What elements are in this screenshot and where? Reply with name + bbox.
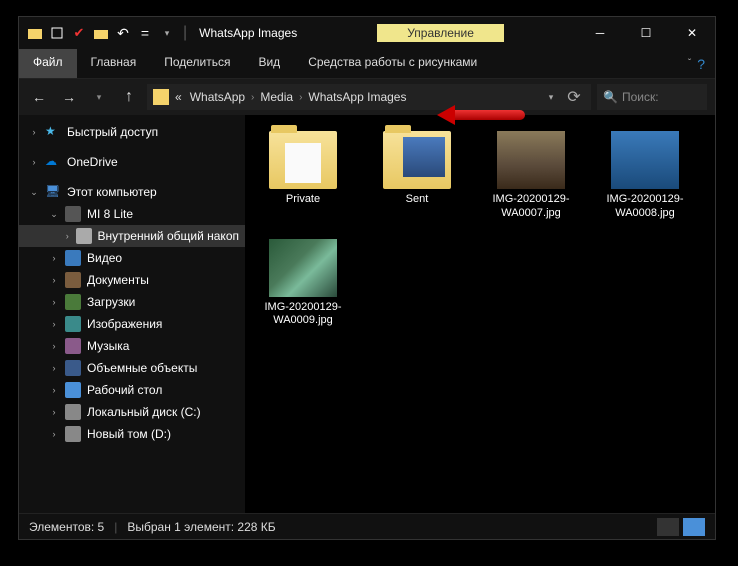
sidebar-desktop[interactable]: ›Рабочий стол bbox=[19, 379, 245, 401]
folder-icon bbox=[383, 131, 451, 189]
tab-file[interactable]: Файл bbox=[19, 49, 77, 78]
chevron-right-icon: › bbox=[251, 92, 254, 103]
folder-sent[interactable]: Sent bbox=[371, 131, 463, 221]
sidebar-quick-access[interactable]: ›★Быстрый доступ bbox=[19, 121, 245, 143]
ribbon-collapse-icon[interactable]: ˇ bbox=[688, 58, 691, 69]
sidebar-thispc[interactable]: ⌄🖥Этот компьютер bbox=[19, 181, 245, 203]
status-bar: Элементов: 5 | Выбран 1 элемент: 228 КБ bbox=[19, 513, 715, 539]
tab-share[interactable]: Поделиться bbox=[150, 49, 244, 78]
properties-icon[interactable] bbox=[47, 23, 67, 43]
folder-icon bbox=[25, 23, 45, 43]
status-item-count: Элементов: 5 bbox=[29, 520, 104, 534]
ribbon-tabs: Файл Главная Поделиться Вид Средства раб… bbox=[19, 49, 715, 79]
sidebar-3d-objects[interactable]: ›Объемные объекты bbox=[19, 357, 245, 379]
file-image[interactable]: IMG-20200129-WA0009.jpg bbox=[257, 239, 349, 329]
image-thumbnail bbox=[611, 131, 679, 189]
window-title: WhatsApp Images bbox=[199, 26, 297, 40]
chevron-right-icon: › bbox=[299, 92, 302, 103]
nav-row: ← → ▾ ↑ « WhatsApp › Media › WhatsApp Im… bbox=[19, 79, 715, 115]
image-icon bbox=[65, 316, 81, 332]
hdd-icon bbox=[65, 426, 81, 442]
crumb-whatsapp[interactable]: WhatsApp bbox=[188, 90, 247, 104]
content-pane[interactable]: Private Sent IMG-20200129-WA0007.jpg IMG… bbox=[245, 115, 715, 513]
sidebar-documents[interactable]: ›Документы bbox=[19, 269, 245, 291]
up-button[interactable]: ↑ bbox=[117, 85, 141, 109]
file-image[interactable]: IMG-20200129-WA0008.jpg bbox=[599, 131, 691, 221]
music-icon bbox=[65, 338, 81, 354]
sidebar-internal-storage[interactable]: ›Внутренний общий накоп bbox=[19, 225, 245, 247]
tab-view[interactable]: Вид bbox=[244, 49, 294, 78]
desktop-icon bbox=[65, 382, 81, 398]
sidebar-phone[interactable]: ⌄MI 8 Lite bbox=[19, 203, 245, 225]
sidebar-onedrive[interactable]: ›☁OneDrive bbox=[19, 151, 245, 173]
explorer-window: ✔ ↶ = ▾ | WhatsApp Images Управление ─ ☐… bbox=[18, 16, 716, 540]
address-dropdown-icon[interactable]: ▾ bbox=[543, 92, 559, 103]
sidebar-pictures[interactable]: ›Изображения bbox=[19, 313, 245, 335]
document-icon bbox=[65, 272, 81, 288]
crumb-media[interactable]: Media bbox=[258, 90, 295, 104]
context-tab-label: Управление bbox=[377, 24, 504, 42]
help-icon[interactable]: ? bbox=[697, 56, 705, 72]
monitor-icon: 🖥 bbox=[45, 184, 61, 200]
hdd-icon bbox=[65, 404, 81, 420]
sidebar-video[interactable]: ›Видео bbox=[19, 247, 245, 269]
refresh-icon[interactable]: ⟳ bbox=[563, 87, 585, 107]
search-placeholder: Поиск: bbox=[622, 90, 659, 104]
drive-icon bbox=[76, 228, 92, 244]
crumb-prefix: « bbox=[173, 90, 184, 104]
file-grid: Private Sent IMG-20200129-WA0007.jpg IMG… bbox=[257, 131, 703, 328]
annotation-arrow bbox=[437, 105, 525, 125]
tab-home[interactable]: Главная bbox=[77, 49, 151, 78]
recent-dropdown[interactable]: ▾ bbox=[87, 85, 111, 109]
image-thumbnail bbox=[269, 239, 337, 297]
window-controls: ─ ☐ ✕ bbox=[577, 17, 715, 49]
view-details-button[interactable] bbox=[657, 518, 679, 536]
cube-icon bbox=[65, 360, 81, 376]
video-icon bbox=[65, 250, 81, 266]
download-icon bbox=[65, 294, 81, 310]
forward-button[interactable]: → bbox=[57, 85, 81, 109]
nav-sidebar: ›★Быстрый доступ ›☁OneDrive ⌄🖥Этот компь… bbox=[19, 115, 245, 513]
undo-icon[interactable]: ↶ bbox=[113, 23, 133, 43]
folder-private[interactable]: Private bbox=[257, 131, 349, 221]
cloud-icon: ☁ bbox=[45, 154, 61, 170]
check-icon[interactable]: ✔ bbox=[69, 23, 89, 43]
sidebar-music[interactable]: ›Музыка bbox=[19, 335, 245, 357]
minimize-button[interactable]: ─ bbox=[577, 17, 623, 49]
view-thumbnails-button[interactable] bbox=[683, 518, 705, 536]
search-icon: 🔍 bbox=[603, 90, 618, 104]
search-input[interactable]: 🔍 Поиск: bbox=[597, 84, 707, 110]
file-image[interactable]: IMG-20200129-WA0007.jpg bbox=[485, 131, 577, 221]
sidebar-c-drive[interactable]: ›Локальный диск (C:) bbox=[19, 401, 245, 423]
titlebar: ✔ ↶ = ▾ | WhatsApp Images Управление ─ ☐… bbox=[19, 17, 715, 49]
phone-icon bbox=[65, 206, 81, 222]
folder-icon bbox=[269, 131, 337, 189]
maximize-button[interactable]: ☐ bbox=[623, 17, 669, 49]
folder-icon bbox=[153, 89, 169, 105]
star-icon: ★ bbox=[45, 124, 61, 140]
new-folder-icon[interactable] bbox=[91, 23, 111, 43]
tab-picture-tools[interactable]: Средства работы с рисунками bbox=[294, 49, 491, 78]
quick-access-toolbar: ✔ ↶ = ▾ bbox=[25, 23, 177, 43]
crumb-images[interactable]: WhatsApp Images bbox=[306, 90, 408, 104]
status-selection: Выбран 1 элемент: 228 КБ bbox=[127, 520, 275, 534]
sidebar-downloads[interactable]: ›Загрузки bbox=[19, 291, 245, 313]
back-button[interactable]: ← bbox=[27, 85, 51, 109]
image-thumbnail bbox=[497, 131, 565, 189]
close-button[interactable]: ✕ bbox=[669, 17, 715, 49]
sidebar-d-drive[interactable]: ›Новый том (D:) bbox=[19, 423, 245, 445]
qat-dropdown-icon[interactable]: ▾ bbox=[157, 23, 177, 43]
redo-icon[interactable]: = bbox=[135, 23, 155, 43]
